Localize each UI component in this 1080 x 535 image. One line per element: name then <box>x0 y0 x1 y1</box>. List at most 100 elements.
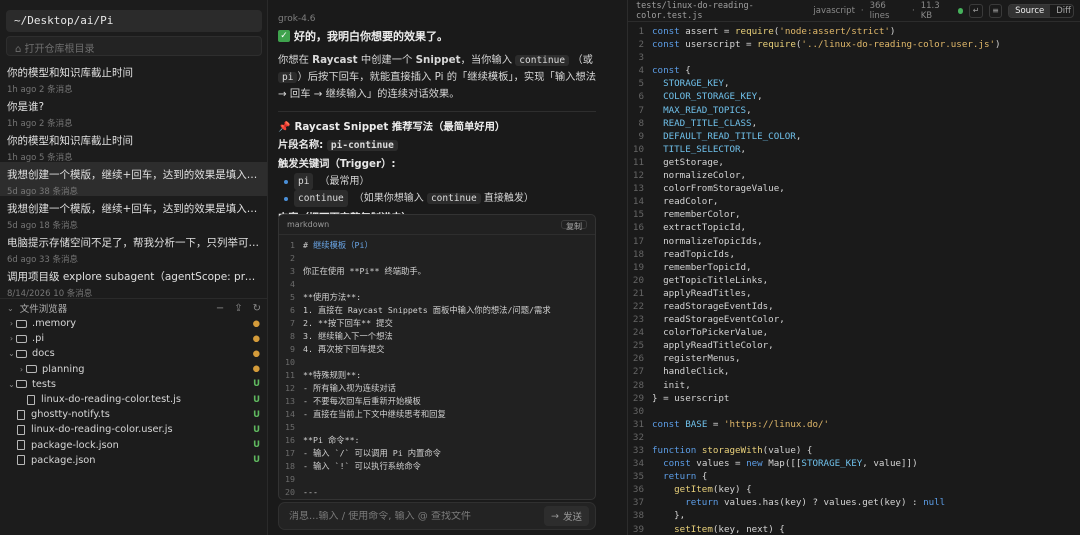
message-input[interactable] <box>289 510 545 522</box>
trigger-label: 触发关键词（Trigger）: <box>278 158 396 170</box>
text: （或 <box>569 54 593 66</box>
file-tree-item[interactable]: package-lock.json U <box>0 438 267 453</box>
line-text: return { <box>663 471 708 483</box>
raycast-bold: Raycast <box>312 54 358 66</box>
line-text: function storageWith(value) { <box>652 445 813 456</box>
file-tree-item[interactable]: › planning ● <box>0 362 267 377</box>
line-number: 22 <box>632 300 644 312</box>
line-text: STORAGE_KEY, <box>663 78 730 90</box>
file-explorer-title: 文件浏览器 <box>19 304 68 315</box>
session-title: 我想创建一个模版，继续+回车，达到的效果是填入继续并按下回车，模... <box>7 169 261 181</box>
line-text: - 直接在当前上下文中继续思考和回复 <box>303 409 446 419</box>
file-tree-item[interactable]: ⌄ docs ● <box>0 346 267 361</box>
file-name: package.json <box>31 454 96 466</box>
line-text: # 继续模板（Pi） <box>303 240 373 250</box>
session-item[interactable]: 我想创建一个模版，继续+回车，达到的效果是填入继续并按下回车，模... 5d a… <box>0 196 267 231</box>
file-explorer-header: ⌄ 文件浏览器 − ⇪ ↻ <box>0 298 267 315</box>
wrap-icon[interactable]: ↵ <box>969 3 983 18</box>
send-button[interactable]: → 发送 <box>544 506 589 526</box>
line-number: 27 <box>632 366 644 378</box>
file-tree-item[interactable]: › .pi ● <box>0 331 267 346</box>
session-item[interactable]: 你的模型和知识库截止时间 1h ago 5 条消息 <box>0 128 267 163</box>
menu-icon[interactable]: ≡ <box>988 3 1003 18</box>
code-line: 39 setItem(key, next) { <box>628 523 1080 535</box>
line-text: READ_TITLE_CLASS, <box>663 117 758 129</box>
inline-code: continue <box>426 193 481 204</box>
session-item[interactable]: 调用项目级 explore subagent（agentScope: proje… <box>0 264 267 299</box>
line-number: 9 <box>638 130 644 142</box>
line-number: 11 <box>285 370 295 380</box>
session-item[interactable]: 你的模型和知识库截止时间 1h ago 2 条消息 <box>0 60 267 95</box>
line-number: 13 <box>632 183 644 195</box>
code-line: 34 const values = new Map([[STORAGE_KEY,… <box>628 457 1080 470</box>
line-number: 26 <box>632 353 644 365</box>
line-number: 3 <box>638 52 644 64</box>
folder-icon <box>16 380 27 389</box>
name-value: pi-continue <box>326 140 398 151</box>
code-line: 18 readTopicIds, <box>628 248 1080 261</box>
line-number: 20 <box>285 487 295 497</box>
model-name: grok-4.6 <box>278 14 316 24</box>
repo-placeholder: 打开仓库根目录 <box>24 44 95 55</box>
code-line: 20 --- <box>279 486 595 499</box>
collapse-icon[interactable]: − <box>216 303 224 314</box>
line-number: 32 <box>632 431 644 443</box>
code-content[interactable]: 1 const assert = require('node:assert/str… <box>628 22 1080 535</box>
git-status-badge: ● <box>252 333 260 344</box>
file-icon <box>17 409 25 420</box>
code-line: 24 colorToPickerValue, <box>628 326 1080 339</box>
chevron-down-icon[interactable]: ⌄ <box>7 304 14 313</box>
line-number: 18 <box>285 461 295 471</box>
file-tree-item[interactable]: › .memory ● <box>0 316 267 331</box>
code-line: 2 const userscript = require('../linux-do… <box>628 38 1080 51</box>
bullet-text: （如果你想输入 continue 直接触发） <box>354 190 534 207</box>
line-number: 12 <box>632 170 644 182</box>
session-title: 我想创建一个模版，继续+回车，达到的效果是填入继续并按下回车，模... <box>7 203 261 215</box>
line-number: 20 <box>632 274 644 286</box>
session-item[interactable]: 我想创建一个模版，继续+回车，达到的效果是填入继续并按下回车，模... 5d a… <box>0 162 267 197</box>
editor-header: tests/linux-do-reading-color.test.js jav… <box>628 0 1080 22</box>
file-tree-item[interactable]: ghostty-notify.ts U <box>0 407 267 422</box>
file-tree-item[interactable]: linux-do-reading-color.user.js U <box>0 422 267 437</box>
folder-icon <box>16 334 27 343</box>
refresh-icon[interactable]: ↻ <box>253 303 261 314</box>
diff-tab[interactable]: Diff <box>1050 5 1073 17</box>
file-tree-item[interactable]: linux-do-reading-color.test.js U <box>0 392 267 407</box>
line-number: 12 <box>285 383 295 393</box>
inline-code: continue <box>515 55 570 66</box>
list-item: pi （最常用） <box>278 173 596 190</box>
line-text: }, <box>652 510 686 522</box>
line-number: 14 <box>632 196 644 208</box>
line-number: 17 <box>632 235 644 247</box>
line-text: init, <box>652 379 691 391</box>
line-number: 3 <box>290 266 295 276</box>
code-line: 5 **使用方法**: <box>279 291 595 304</box>
git-status-badge: U <box>253 409 260 420</box>
upload-icon[interactable]: ⇪ <box>234 303 242 314</box>
line-number: 6 <box>638 91 644 103</box>
code-line: 12 - 所有输入视为连续对话 <box>279 382 595 395</box>
divider <box>278 111 596 112</box>
source-tab[interactable]: Source <box>1009 4 1051 17</box>
code-line: 37 return values.has(key) ? values.get(k… <box>628 496 1080 509</box>
line-number: 4 <box>638 65 644 77</box>
file-tree-item[interactable]: ⌄ tests U <box>0 377 267 392</box>
workspace-path[interactable]: ~/Desktop/ai/Pi <box>6 10 262 32</box>
chevron-icon: › <box>19 364 24 374</box>
file-tree-item[interactable]: package.json U <box>0 453 267 468</box>
chevron-icon: › <box>9 319 14 329</box>
bullet-text: （最常用） <box>319 176 370 187</box>
line-text: getItem(key) { <box>674 484 752 496</box>
code-line: 25 applyReadTitleColor, <box>628 339 1080 352</box>
session-item[interactable]: 你是谁? 1h ago 2 条消息 <box>0 94 267 129</box>
code-line: 15 <box>279 421 595 434</box>
file-tree: › .memory ● › .pi ● ⌄ docs ● › planning ● ⌄ … <box>0 316 267 468</box>
open-repo-root-input[interactable]: ⌂ 打开仓库根目录 <box>6 36 262 56</box>
line-text: const assert = require('node:assert/stri… <box>652 26 896 37</box>
code-line: 14 readColor, <box>628 195 1080 208</box>
snippet-name-row: 片段名称: pi-continue <box>278 136 596 155</box>
code-line: 32 <box>628 431 1080 444</box>
code-line: 4 const { <box>628 64 1080 77</box>
copy-button[interactable]: 复制 <box>561 220 587 231</box>
session-item[interactable]: 电脑提示存储空间不足了，帮我分析一下，只列举可以清理的内容（不能... 6d a… <box>0 230 267 265</box>
